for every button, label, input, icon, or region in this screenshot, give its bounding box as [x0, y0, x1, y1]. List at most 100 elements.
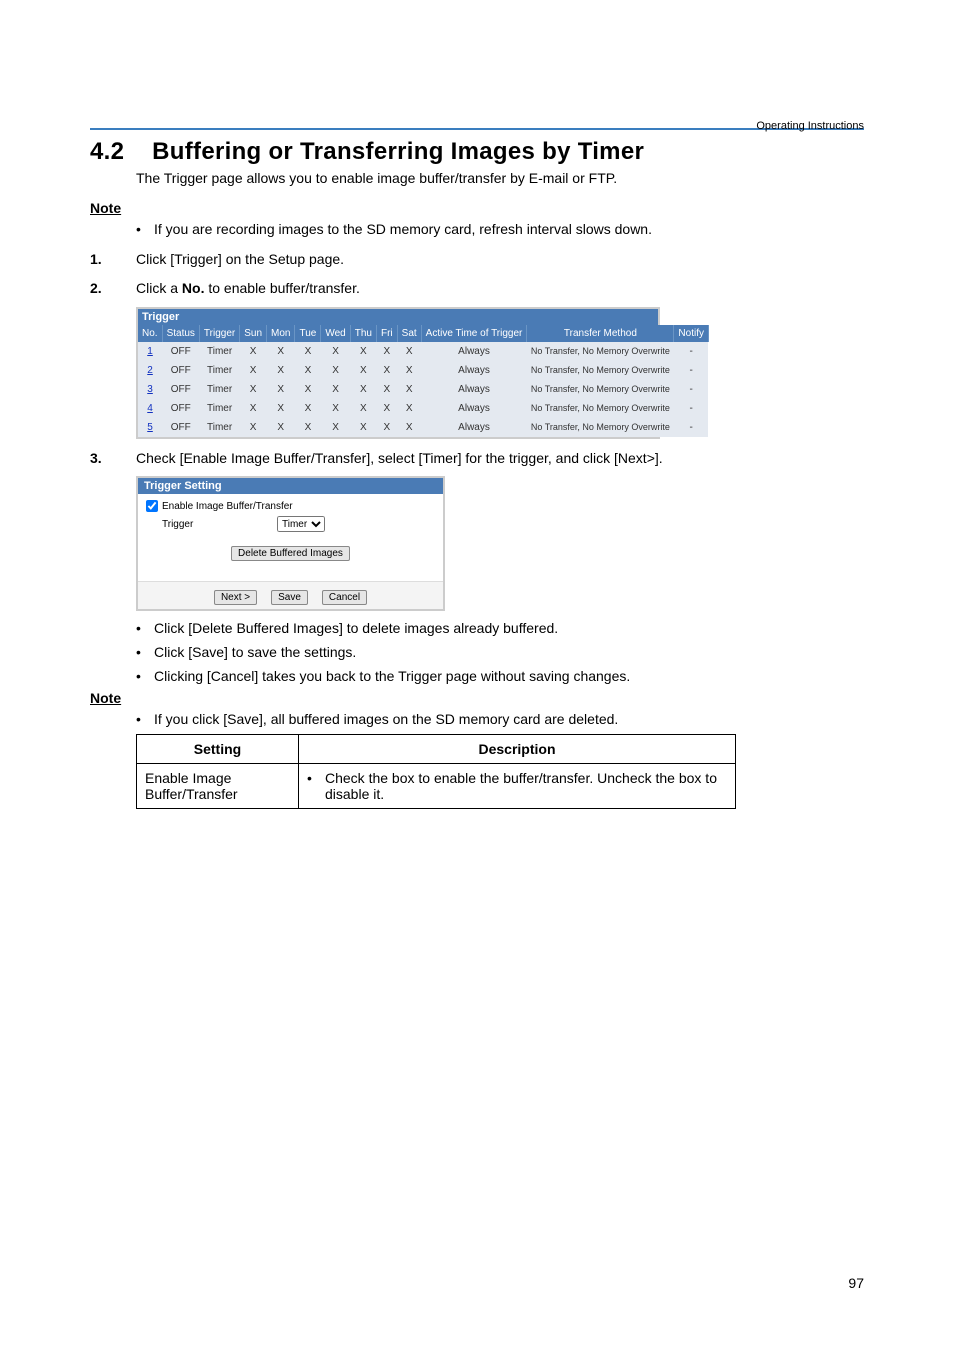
settings-cell-name: Enable Image Buffer/Transfer — [137, 763, 299, 808]
th-thu: Thu — [350, 325, 376, 342]
th-sat: Sat — [397, 325, 421, 342]
trigger-table-row: 4OFFTimerXXXXXXXAlwaysNo Transfer, No Me… — [138, 399, 708, 418]
bullet-icon: • — [136, 710, 154, 730]
bullet-icon: • — [136, 643, 154, 663]
step-2-text: Click a No. to enable buffer/transfer. — [136, 279, 864, 299]
delete-buffered-images-button[interactable]: Delete Buffered Images — [231, 546, 350, 561]
enable-checkbox[interactable] — [146, 500, 158, 512]
step-3-bullets: •Click [Delete Buffered Images] to delet… — [136, 619, 864, 686]
trigger-status: OFF — [162, 418, 199, 437]
trigger-type: Timer — [199, 399, 239, 418]
th-notify: Notify — [674, 325, 709, 342]
th-sun: Sun — [240, 325, 267, 342]
trigger-notify: - — [674, 342, 709, 361]
trigger-table-caption: Trigger — [138, 309, 658, 325]
trigger-notify: - — [674, 399, 709, 418]
bullet-icon: • — [136, 667, 154, 687]
section-intro: The Trigger page allows you to enable im… — [136, 170, 864, 186]
trigger-setting-figure: Trigger Setting Enable Image Buffer/Tran… — [136, 476, 864, 611]
trigger-day: X — [321, 342, 350, 361]
settings-table: Setting Description Enable Image Buffer/… — [136, 734, 736, 809]
step-1-number: 1. — [90, 250, 136, 270]
trigger-day: X — [376, 418, 397, 437]
bullet-icon: • — [307, 770, 325, 802]
trigger-active: Always — [421, 399, 527, 418]
th-method: Transfer Method — [527, 325, 674, 342]
th-no: No. — [138, 325, 162, 342]
trigger-status: OFF — [162, 342, 199, 361]
trigger-type: Timer — [199, 342, 239, 361]
trigger-no-link[interactable]: 4 — [138, 399, 162, 418]
step-1: 1. Click [Trigger] on the Setup page. — [90, 250, 864, 270]
step-2: 2. Click a No. to enable buffer/transfer… — [90, 279, 864, 299]
trigger-notify: - — [674, 418, 709, 437]
th-wed: Wed — [321, 325, 350, 342]
trigger-day: X — [267, 342, 295, 361]
trigger-day: X — [376, 380, 397, 399]
section-title: 4.2 Buffering or Transferring Images by … — [90, 138, 864, 166]
trigger-table-figure: Trigger No. Status Trigger Sun Mon Tue W… — [136, 307, 864, 439]
next-button[interactable]: Next > — [214, 590, 257, 605]
trigger-day: X — [397, 342, 421, 361]
trigger-day: X — [321, 380, 350, 399]
note-label-2: Note — [90, 690, 864, 706]
trigger-day: X — [350, 399, 376, 418]
note-2-body: • If you click [Save], all buffered imag… — [136, 710, 864, 730]
trigger-status: OFF — [162, 361, 199, 380]
enable-label: Enable Image Buffer/Transfer — [162, 501, 293, 512]
settings-th-desc: Description — [299, 734, 736, 763]
section-heading: Buffering or Transferring Images by Time… — [152, 138, 644, 165]
cancel-button[interactable]: Cancel — [322, 590, 367, 605]
note-1-body: • If you are recording images to the SD … — [136, 220, 864, 240]
trigger-notify: - — [674, 361, 709, 380]
trigger-type: Timer — [199, 418, 239, 437]
trigger-notify: - — [674, 380, 709, 399]
trigger-day: X — [240, 361, 267, 380]
trigger-method: No Transfer, No Memory Overwrite — [527, 380, 674, 399]
trigger-active: Always — [421, 342, 527, 361]
step-3-text: Check [Enable Image Buffer/Transfer], se… — [136, 449, 864, 469]
trigger-table-header-row: No. Status Trigger Sun Mon Tue Wed Thu F… — [138, 325, 708, 342]
trigger-select[interactable]: Timer — [277, 516, 325, 532]
trigger-day: X — [295, 361, 321, 380]
trigger-day: X — [267, 380, 295, 399]
trigger-day: X — [267, 361, 295, 380]
trigger-no-link[interactable]: 1 — [138, 342, 162, 361]
settings-desc-text: Check the box to enable the buffer/trans… — [325, 770, 727, 802]
step-2-number: 2. — [90, 279, 136, 299]
trigger-day: X — [376, 342, 397, 361]
settings-cell-desc: • Check the box to enable the buffer/tra… — [299, 763, 736, 808]
trigger-day: X — [295, 342, 321, 361]
trigger-table-row: 3OFFTimerXXXXXXXAlwaysNo Transfer, No Me… — [138, 380, 708, 399]
trigger-day: X — [376, 361, 397, 380]
step-1-text: Click [Trigger] on the Setup page. — [136, 250, 864, 270]
trigger-day: X — [350, 418, 376, 437]
th-tue: Tue — [295, 325, 321, 342]
trigger-day: X — [295, 418, 321, 437]
trigger-day: X — [321, 361, 350, 380]
trigger-day: X — [240, 380, 267, 399]
bullet-icon: • — [136, 220, 154, 240]
section-number: 4.2 — [90, 138, 124, 165]
trigger-day: X — [350, 342, 376, 361]
header-running-title: Operating Instructions — [756, 120, 864, 132]
trigger-no-link[interactable]: 3 — [138, 380, 162, 399]
trigger-day: X — [397, 380, 421, 399]
save-button[interactable]: Save — [271, 590, 308, 605]
trigger-active: Always — [421, 418, 527, 437]
trigger-day: X — [376, 399, 397, 418]
trigger-day: X — [397, 361, 421, 380]
trigger-table-row: 1OFFTimerXXXXXXXAlwaysNo Transfer, No Me… — [138, 342, 708, 361]
step3-bullet-1: Click [Delete Buffered Images] to delete… — [154, 619, 558, 639]
th-status: Status — [162, 325, 199, 342]
trigger-day: X — [240, 342, 267, 361]
step-3-number: 3. — [90, 449, 136, 469]
bullet-icon: • — [136, 619, 154, 639]
trigger-day: X — [350, 380, 376, 399]
trigger-type: Timer — [199, 380, 239, 399]
trigger-day: X — [240, 418, 267, 437]
trigger-no-link[interactable]: 5 — [138, 418, 162, 437]
trigger-table-row: 5OFFTimerXXXXXXXAlwaysNo Transfer, No Me… — [138, 418, 708, 437]
trigger-day: X — [295, 399, 321, 418]
trigger-no-link[interactable]: 2 — [138, 361, 162, 380]
